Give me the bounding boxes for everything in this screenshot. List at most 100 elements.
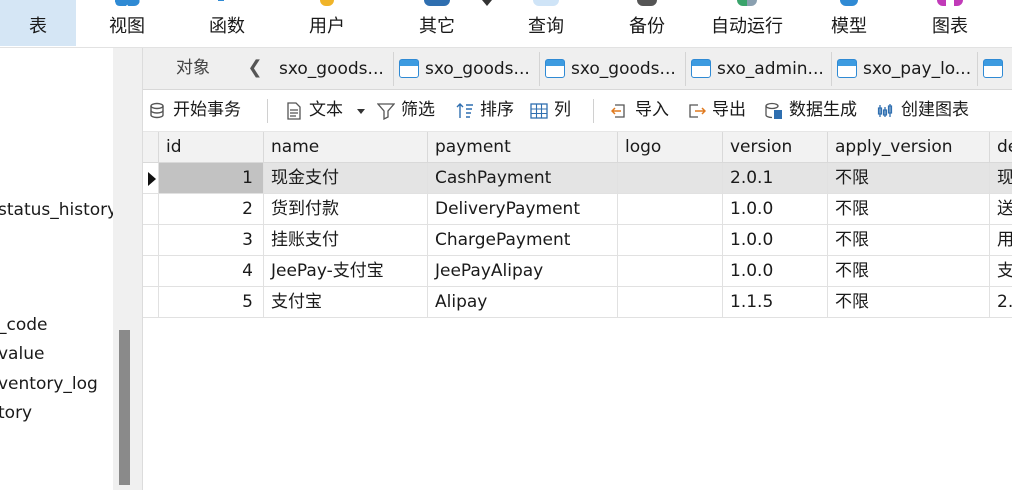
table-row[interactable]: 4 JeePay-支付宝 JeePayAlipay 1.0.0 不限 支: [143, 256, 1012, 287]
navigator-scrollbar-thumb[interactable]: [119, 330, 130, 485]
table-icon: [545, 59, 565, 78]
ribbon-function-button[interactable]: 函数: [192, 0, 262, 46]
tab-label: sxo_goods...: [571, 59, 676, 79]
grid-header-row: id name payment logo version apply_versi…: [143, 132, 1012, 163]
ribbon-other-button[interactable]: 其它: [400, 0, 474, 46]
cell-apply-version[interactable]: 不限: [828, 194, 990, 225]
table-row[interactable]: 1 现金支付 CashPayment 2.0.1 不限 现: [143, 163, 1012, 194]
ribbon-chart-button[interactable]: 图表: [914, 0, 986, 46]
tab-table[interactable]: [979, 52, 1012, 86]
tab-table[interactable]: sxo_goods...: [395, 52, 540, 86]
automation-icon: [737, 0, 757, 6]
cell-id[interactable]: 3: [159, 225, 264, 256]
cell-logo[interactable]: [618, 163, 723, 194]
tab-label: sxo_admin...: [717, 59, 824, 79]
database-icon: [150, 102, 164, 119]
navigator-item[interactable]: status_history: [0, 199, 113, 221]
ribbon-backup-button[interactable]: 备份: [612, 0, 682, 46]
navigator-item[interactable]: value: [0, 343, 44, 365]
column-header-description[interactable]: de: [990, 132, 1012, 163]
table-row[interactable]: 5 支付宝 Alipay 1.1.5 不限 2.: [143, 287, 1012, 318]
cell-apply-version[interactable]: 不限: [828, 163, 990, 194]
cell-description[interactable]: 用: [990, 225, 1012, 256]
column-header-id[interactable]: id: [159, 132, 264, 163]
ribbon-query-button[interactable]: 查询: [510, 0, 582, 46]
cell-name[interactable]: 现金支付: [264, 163, 428, 194]
data-grid: id name payment logo version apply_versi…: [143, 132, 1012, 490]
ribbon-backup-label: 备份: [629, 16, 665, 37]
filter-label: 筛选: [401, 100, 435, 120]
cell-payment[interactable]: ChargePayment: [428, 225, 618, 256]
cell-apply-version[interactable]: 不限: [828, 256, 990, 287]
navigator-scrollbar[interactable]: [113, 48, 143, 490]
cell-description[interactable]: 2.: [990, 287, 1012, 318]
cell-apply-version[interactable]: 不限: [828, 225, 990, 256]
tab-table[interactable]: sxo_goods...: [267, 52, 394, 86]
cell-name[interactable]: 支付宝: [264, 287, 428, 318]
chevron-down-icon[interactable]: [482, 0, 492, 6]
backup-icon: [637, 0, 657, 6]
column-header-logo[interactable]: logo: [618, 132, 723, 163]
column-header-payment[interactable]: payment: [428, 132, 618, 163]
navigator-item[interactable]: ventory_log: [0, 373, 98, 395]
ribbon-chart-label: 图表: [932, 16, 968, 37]
cell-description[interactable]: 支: [990, 256, 1012, 287]
table-row[interactable]: 3 挂账支付 ChargePayment 1.0.0 不限 用: [143, 225, 1012, 256]
ribbon-user-button[interactable]: 用户: [292, 0, 362, 46]
cell-id[interactable]: 4: [159, 256, 264, 287]
cell-id[interactable]: 2: [159, 194, 264, 225]
row-indicator[interactable]: [143, 287, 159, 318]
cell-payment[interactable]: JeePayAlipay: [428, 256, 618, 287]
tab-table[interactable]: sxo_pay_lo...: [833, 52, 978, 86]
column-header-apply-version[interactable]: apply_version: [828, 132, 990, 163]
cell-name[interactable]: JeePay-支付宝: [264, 256, 428, 287]
tab-table[interactable]: sxo_goods...: [541, 52, 686, 86]
cell-description[interactable]: 现: [990, 163, 1012, 194]
cell-version[interactable]: 1.0.0: [723, 256, 828, 287]
cell-apply-version[interactable]: 不限: [828, 287, 990, 318]
chevron-left-icon[interactable]: ❮: [247, 57, 263, 79]
view-icon: [114, 0, 140, 6]
ribbon-automation-label: 自动运行: [711, 16, 783, 37]
tab-label: sxo_pay_lo...: [863, 59, 972, 79]
ribbon-table-button[interactable]: 表: [0, 0, 76, 46]
row-indicator[interactable]: [143, 225, 159, 256]
cell-payment[interactable]: Alipay: [428, 287, 618, 318]
chart-icon: [937, 0, 963, 6]
column-header-name[interactable]: name: [264, 132, 428, 163]
cell-description[interactable]: 送: [990, 194, 1012, 225]
cell-version[interactable]: 1.1.5: [723, 287, 828, 318]
ribbon-automation-button[interactable]: 自动运行: [704, 0, 790, 46]
cell-name[interactable]: 货到付款: [264, 194, 428, 225]
row-indicator[interactable]: [143, 256, 159, 287]
cell-version[interactable]: 1.0.0: [723, 225, 828, 256]
columns-icon: [530, 103, 548, 119]
tab-objects[interactable]: 对象: [143, 48, 243, 89]
cell-name[interactable]: 挂账支付: [264, 225, 428, 256]
sort-label: 排序: [480, 100, 514, 120]
column-header-version[interactable]: version: [723, 132, 828, 163]
cell-payment[interactable]: DeliveryPayment: [428, 194, 618, 225]
cell-version[interactable]: 2.0.1: [723, 163, 828, 194]
ribbon-other-label: 其它: [419, 16, 455, 37]
table-row[interactable]: 2 货到付款 DeliveryPayment 1.0.0 不限 送: [143, 194, 1012, 225]
cell-id[interactable]: 1: [159, 163, 264, 194]
navigator-item[interactable]: tory: [0, 402, 32, 424]
table-icon: [399, 59, 419, 78]
chart-icon: [877, 104, 893, 117]
cell-version[interactable]: 1.0.0: [723, 194, 828, 225]
chevron-down-icon[interactable]: [357, 109, 365, 114]
cell-logo[interactable]: [618, 287, 723, 318]
cell-logo[interactable]: [618, 194, 723, 225]
navigator-item[interactable]: _code: [0, 314, 48, 336]
cell-id[interactable]: 5: [159, 287, 264, 318]
row-indicator[interactable]: [143, 194, 159, 225]
ribbon-view-button[interactable]: 视图: [92, 0, 162, 46]
ribbon-model-button[interactable]: 模型: [814, 0, 884, 46]
cell-logo[interactable]: [618, 225, 723, 256]
cell-payment[interactable]: CashPayment: [428, 163, 618, 194]
cell-logo[interactable]: [618, 256, 723, 287]
tab-table[interactable]: sxo_admin...: [687, 52, 832, 86]
row-indicator[interactable]: [143, 163, 159, 194]
import-label: 导入: [635, 100, 669, 120]
